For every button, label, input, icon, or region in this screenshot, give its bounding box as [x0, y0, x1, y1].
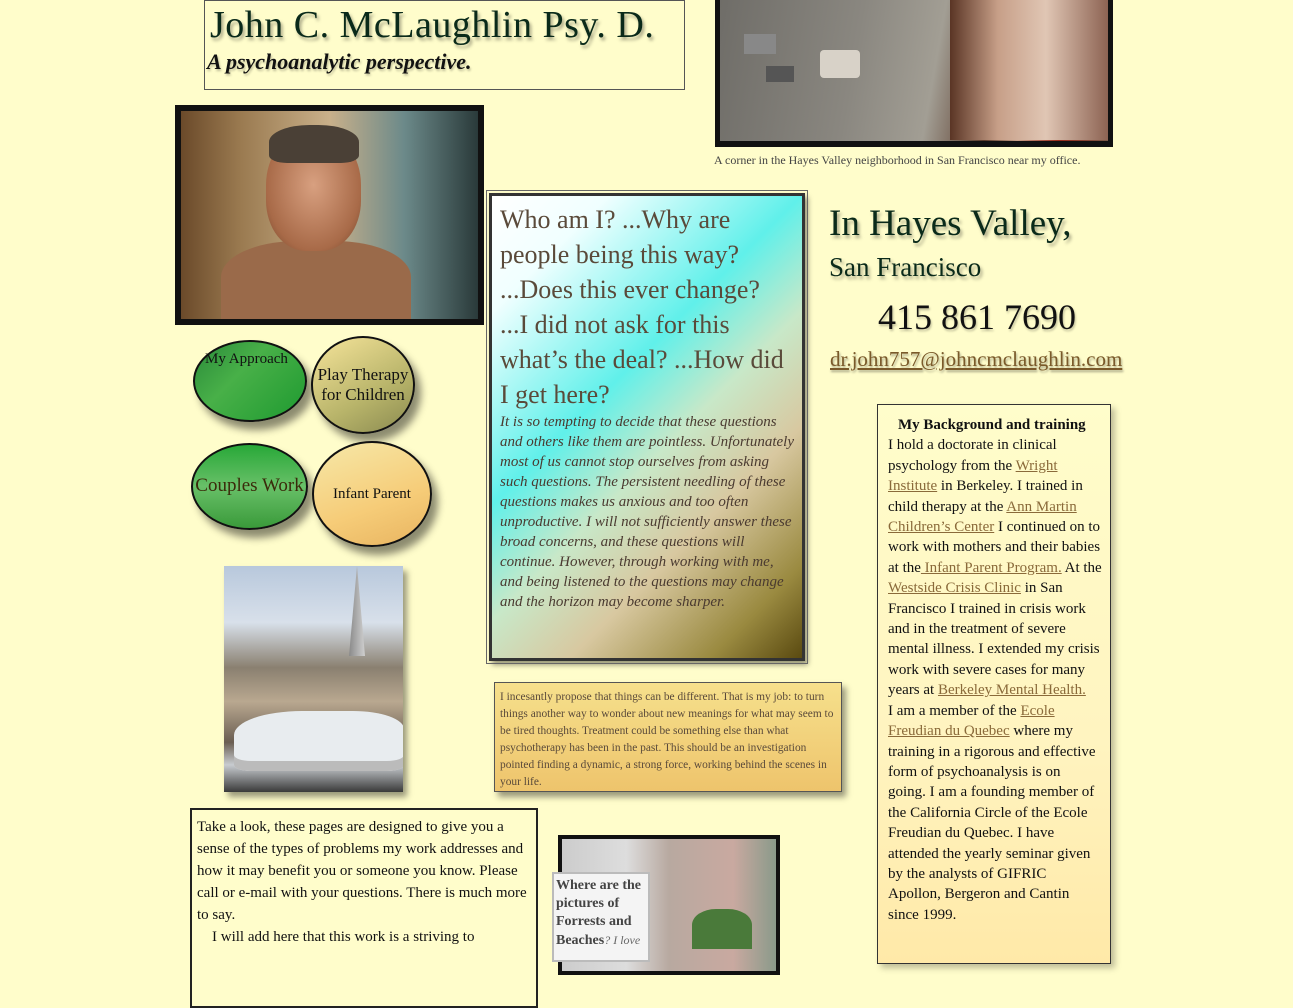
background-text-part: I am a member of the [888, 702, 1021, 719]
portrait-photo [175, 105, 484, 325]
location-title: In Hayes Valley, [829, 203, 1072, 244]
questions-box: Who am I? ...Why are people being this w… [486, 190, 808, 664]
background-text: I hold a doctorate in clinical psycholog… [888, 435, 1102, 925]
nav-my-approach-button[interactable]: My Approach [193, 340, 307, 422]
questions-heading: Who am I? ...Why are people being this w… [500, 205, 784, 409]
questions-body: It is so tempting to decide that these q… [500, 414, 794, 610]
infant-parent-program-link[interactable]: Infant Parent Program. [921, 560, 1062, 576]
background-heading: My Background and training [898, 417, 1086, 433]
portrait-image [181, 111, 478, 319]
forrests-rest: ? I love [604, 933, 641, 947]
street-photo-caption: A corner in the Hayes Valley neighborhoo… [714, 153, 1081, 167]
site-tagline: A psychoanalytic perspective. [207, 49, 472, 74]
san-francisco-street-photo [224, 566, 403, 792]
site-header: John C. McLaughlin Psy. D. A psychoanaly… [204, 0, 685, 90]
background-text-part: where my training in a rigorous and effe… [888, 723, 1096, 923]
background-training-box: My Background and training I hold a doct… [877, 404, 1111, 964]
nav-couples-work-button[interactable]: Couples Work [191, 443, 308, 530]
take-a-look-paragraph-2: I will add here that this work is a stri… [212, 929, 475, 945]
site-title: John C. McLaughlin Psy. D. [210, 4, 655, 46]
forrests-note: Where are the pictures of Forrests and B… [552, 872, 650, 962]
hayes-valley-street-photo [715, 0, 1113, 147]
location-subtitle: San Francisco [829, 252, 982, 282]
proposal-box: I incesantly propose that things can be … [494, 682, 842, 792]
email-link[interactable]: dr.john757@johncmclaughlin.com [830, 347, 1122, 372]
street-photo-image [720, 0, 1108, 141]
take-a-look-paragraph: Take a look, these pages are designed to… [197, 819, 527, 923]
take-a-look-box: Take a look, these pages are designed to… [190, 808, 538, 1008]
nav-play-therapy-button[interactable]: Play Therapy for Children [311, 336, 415, 434]
westside-crisis-clinic-link[interactable]: Westside Crisis Clinic [888, 580, 1021, 596]
background-text-part: in San Francisco I trained in crisis wor… [888, 580, 1100, 699]
berkeley-mental-health-link[interactable]: Berkeley Mental Health. [938, 682, 1086, 698]
nav-infant-parent-button[interactable]: Infant Parent [312, 441, 432, 547]
phone-number: 415 861 7690 [878, 297, 1076, 337]
background-text-part: At the [1061, 559, 1102, 576]
